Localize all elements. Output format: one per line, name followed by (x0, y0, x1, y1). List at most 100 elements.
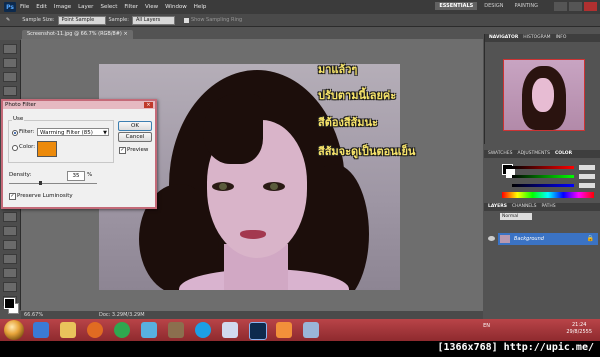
preserve-luminosity-label: Preserve Luminosity (17, 193, 73, 199)
game-icon[interactable] (168, 322, 184, 338)
lips (240, 230, 266, 239)
tab-swatches[interactable]: SWATCHES (488, 150, 513, 158)
layer-row-background[interactable]: Background 🔒 (498, 233, 598, 245)
ie-icon[interactable] (33, 322, 49, 338)
close-button[interactable] (584, 2, 597, 11)
navigator-panel: NAVIGATOR HISTOGRAM INFO (484, 34, 600, 144)
green-value[interactable] (579, 174, 595, 179)
sample-size-select[interactable]: Point Sample (57, 15, 106, 25)
menu-window[interactable]: Window (165, 4, 187, 10)
preserve-luminosity-checkbox[interactable]: ✓ (9, 193, 16, 200)
preview-checkbox[interactable]: ✓ (119, 147, 126, 154)
lasso-tool-icon[interactable] (3, 72, 17, 82)
dodge-tool-icon[interactable] (3, 212, 17, 222)
color-radio[interactable] (12, 145, 18, 151)
tab-adjustments[interactable]: ADJUSTMENTS (518, 150, 550, 158)
chevron-down-icon: ▼ (103, 130, 107, 136)
tab-layers[interactable]: LAYERS (488, 203, 507, 211)
navigator-thumbnail[interactable] (503, 59, 585, 131)
workspace-switcher: ESSENTIALS DESIGN PAINTING (435, 2, 542, 10)
lock-icon: 🔒 (586, 235, 594, 242)
hand-tool-icon[interactable] (3, 282, 17, 292)
pen-tool-icon[interactable] (3, 226, 17, 236)
upload-caption: [1366x768] http://upic.me/ (437, 342, 594, 353)
red-slider[interactable] (512, 166, 574, 169)
tab-paths[interactable]: PATHS (542, 203, 556, 211)
word-icon[interactable] (222, 322, 238, 338)
blue-slider[interactable] (512, 184, 574, 187)
filter-color-swatch[interactable] (37, 141, 57, 157)
density-slider[interactable] (9, 181, 97, 185)
menu-image[interactable]: Image (54, 4, 71, 10)
paint-icon[interactable] (276, 322, 292, 338)
menu-bar: Ps File Edit Image Layer Select Filter V… (0, 0, 600, 14)
red-value[interactable] (579, 165, 595, 170)
document-tab[interactable]: Screenshot-11.jpg @ 66.7% (RGB/8#) × (22, 30, 133, 39)
layer-name: Background (514, 236, 544, 242)
menu-filter[interactable]: Filter (124, 4, 138, 10)
foreground-color-swatch[interactable] (4, 298, 15, 309)
workspace-painting[interactable]: PAINTING (511, 2, 542, 10)
filter-select[interactable]: Warming Filter (85) ▼ (37, 128, 109, 136)
menu-help[interactable]: Help (194, 4, 207, 10)
filter-radio[interactable] (12, 130, 18, 136)
visibility-eye-icon[interactable] (488, 236, 495, 241)
color-panel: SWATCHES ADJUSTMENTS COLOR (484, 150, 600, 200)
taskbar-clock[interactable]: 21:24 29/8/2555 (566, 322, 592, 336)
workspace-design[interactable]: DESIGN (480, 2, 507, 10)
ok-button[interactable]: OK (118, 121, 152, 131)
minimize-button[interactable] (554, 2, 567, 11)
density-input[interactable]: 35 (67, 171, 85, 181)
tab-navigator[interactable]: NAVIGATOR (489, 34, 518, 42)
show-ring-label: Show Sampling Ring (190, 17, 243, 23)
menu-select[interactable]: Select (100, 4, 117, 10)
preview-label: Preview (127, 147, 149, 153)
path-select-tool-icon[interactable] (3, 254, 17, 264)
sample-select[interactable]: All Layers (131, 15, 175, 25)
density-slider-knob[interactable] (38, 181, 42, 185)
status-bar: 66.67% Doc: 3.29M/3.29M (21, 311, 483, 319)
color-tabs: SWATCHES ADJUSTMENTS COLOR (484, 150, 600, 158)
photoshop-window: Ps File Edit Image Layer Select Filter V… (0, 0, 600, 357)
filter-value: Warming Filter (85) (40, 130, 93, 136)
tab-color[interactable]: COLOR (555, 150, 572, 158)
app-icon[interactable] (141, 322, 157, 338)
maximize-button[interactable] (569, 2, 582, 11)
language-indicator[interactable]: EN (483, 323, 490, 329)
firefox-icon[interactable] (87, 322, 103, 338)
dialog-close-button[interactable]: × (144, 102, 153, 108)
photoshop-taskbar-icon[interactable] (249, 322, 267, 340)
type-tool-icon[interactable] (3, 240, 17, 250)
color-spectrum[interactable] (502, 192, 594, 198)
menu-view[interactable]: View (145, 4, 158, 10)
cancel-button[interactable]: Cancel (118, 132, 152, 142)
right-eye (263, 182, 285, 191)
use-group (8, 120, 114, 163)
green-slider[interactable] (512, 175, 574, 178)
blue-value[interactable] (579, 183, 595, 188)
tab-info[interactable]: INFO (556, 34, 567, 42)
menu-layer[interactable]: Layer (78, 4, 93, 10)
start-button[interactable] (4, 320, 24, 340)
zoom-level[interactable]: 66.67% (24, 311, 43, 319)
shape-tool-icon[interactable] (3, 268, 17, 278)
move-tool-icon[interactable] (3, 44, 17, 54)
eyedropper-icon: ✎ (6, 17, 11, 23)
quick-select-tool-icon[interactable] (3, 86, 17, 96)
skype-icon[interactable] (195, 322, 211, 338)
blend-mode-select[interactable]: Normal (500, 213, 532, 220)
density-label: Density: (9, 172, 32, 178)
marquee-tool-icon[interactable] (3, 58, 17, 68)
overlay-text-line: สีส้มจะดูเป็นตอนเย็น (318, 145, 416, 158)
thumbnail-face (532, 78, 554, 112)
show-ring-checkbox[interactable] (183, 17, 189, 23)
menu-edit[interactable]: Edit (36, 4, 47, 10)
tab-histogram[interactable]: HISTOGRAM (523, 34, 550, 42)
menu-file[interactable]: File (20, 4, 29, 10)
color-label: Color: (19, 144, 36, 150)
explorer-icon[interactable] (60, 322, 76, 338)
workspace-essentials[interactable]: ESSENTIALS (435, 2, 478, 10)
browser-icon[interactable] (303, 322, 319, 338)
tab-channels[interactable]: CHANNELS (512, 203, 537, 211)
chrome-icon[interactable] (114, 322, 130, 338)
